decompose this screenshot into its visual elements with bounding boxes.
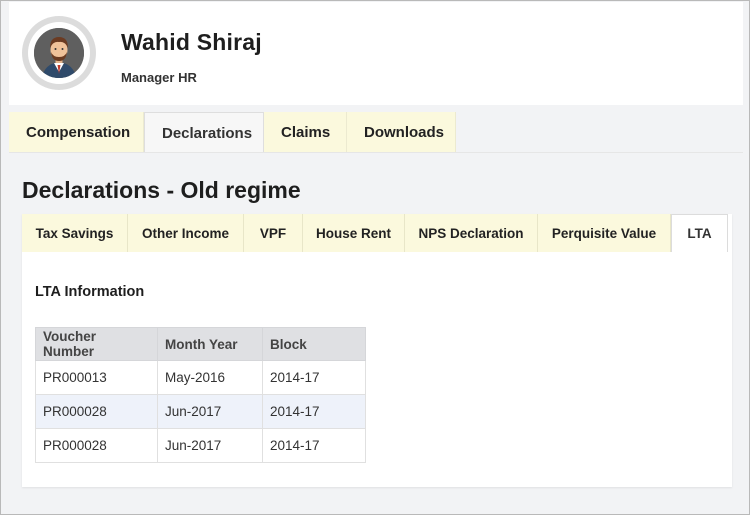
app-frame: Wahid Shiraj Manager HR Compensation Dec…: [0, 0, 750, 515]
page-title: Declarations - Old regime: [22, 177, 301, 203]
tab-claims[interactable]: Claims: [264, 112, 347, 153]
tab-compensation[interactable]: Compensation: [9, 112, 144, 153]
month-year-cell: May-2016: [157, 360, 263, 395]
tabs-divider: [9, 152, 743, 153]
table-header-row: Voucher Number Month Year Block: [35, 327, 366, 361]
user-name: Wahid Shiraj: [121, 29, 262, 55]
block-cell: 2014-17: [262, 428, 366, 463]
subtab-other-income[interactable]: Other Income: [128, 214, 244, 252]
table-row: PR000028 Jun-2017 2014-17: [35, 428, 366, 463]
table-row: PR000028 Jun-2017 2014-17: [35, 394, 366, 429]
user-avatar-icon: [34, 28, 84, 78]
subtab-vpf[interactable]: VPF: [244, 214, 303, 252]
voucher-number-cell: PR000028: [35, 394, 158, 429]
main-tabs: Compensation Declarations Claims Downloa…: [9, 112, 456, 153]
declarations-card: Tax Savings Other Income VPF House Rent …: [22, 214, 732, 487]
profile-header: Wahid Shiraj Manager HR: [9, 2, 743, 105]
tab-declarations[interactable]: Declarations: [144, 112, 264, 153]
block-cell: 2014-17: [262, 360, 366, 395]
tab-downloads[interactable]: Downloads: [347, 112, 456, 153]
subtab-perquisite-value[interactable]: Perquisite Value: [538, 214, 671, 252]
column-header: Month Year: [157, 327, 263, 361]
avatar: [22, 16, 96, 90]
voucher-number-cell: PR000028: [35, 428, 158, 463]
sub-tabs: Tax Savings Other Income VPF House Rent …: [22, 214, 728, 252]
subtab-lta[interactable]: LTA: [671, 214, 728, 252]
subtab-house-rent[interactable]: House Rent: [303, 214, 405, 252]
month-year-cell: Jun-2017: [157, 428, 263, 463]
user-role: Manager HR: [121, 70, 197, 85]
column-header: Voucher Number: [35, 327, 158, 361]
column-header: Block: [262, 327, 366, 361]
table-row: PR000013 May-2016 2014-17: [35, 360, 366, 395]
block-cell: 2014-17: [262, 394, 366, 429]
lta-table: Voucher Number Month Year Block PR000013…: [35, 327, 366, 463]
month-year-cell: Jun-2017: [157, 394, 263, 429]
voucher-number-cell: PR000013: [35, 360, 158, 395]
section-title: LTA Information: [35, 284, 145, 300]
subtab-tax-savings[interactable]: Tax Savings: [22, 214, 128, 252]
subtab-nps-declaration[interactable]: NPS Declaration: [405, 214, 538, 252]
